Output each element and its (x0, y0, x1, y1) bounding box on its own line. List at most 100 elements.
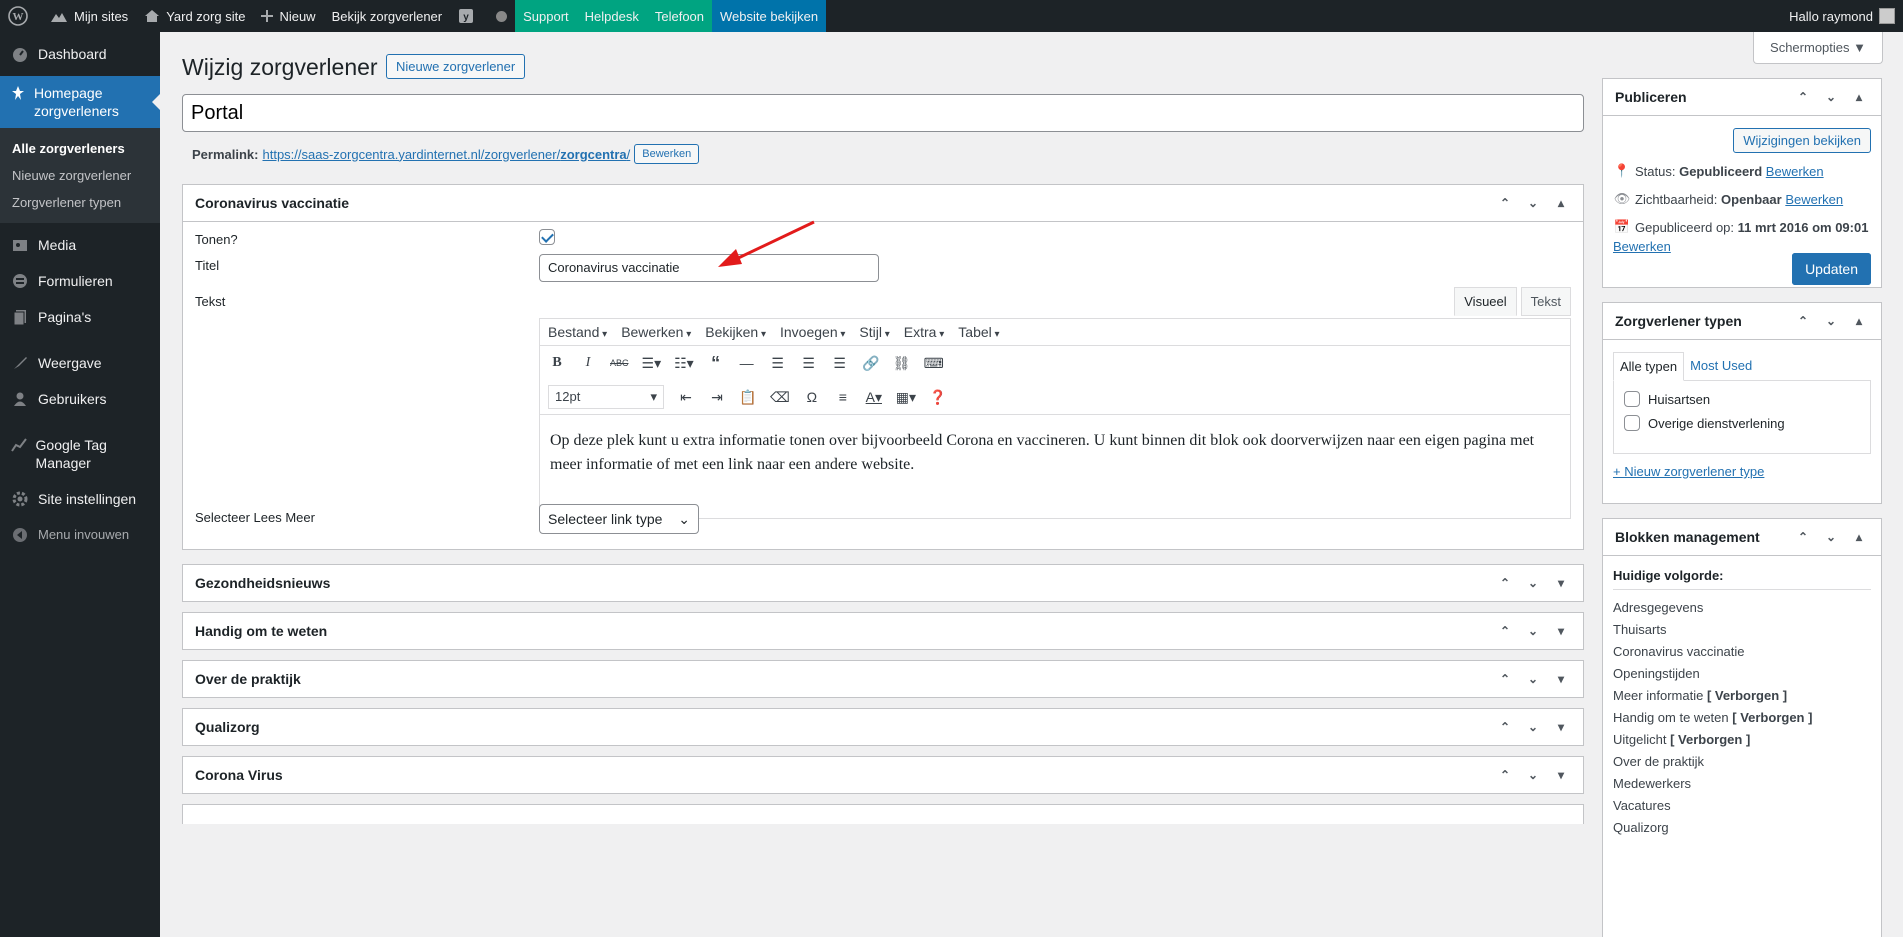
paste-icon[interactable]: 📋 (739, 389, 757, 406)
collapsed-box-practice[interactable]: Over de praktijk ⌃ ⌄ ▾ (182, 660, 1584, 698)
move-down-icon[interactable]: ⌄ (1523, 672, 1543, 686)
move-up-icon[interactable]: ⌃ (1495, 576, 1515, 590)
text-color-icon[interactable]: A▾ (865, 389, 883, 406)
menu-edit[interactable]: Bewerken (621, 324, 691, 340)
bullet-list-icon[interactable]: ☰▾ (642, 355, 662, 372)
list-item[interactable]: Overige dienstverlening (1624, 415, 1860, 431)
move-up-icon[interactable]: ⌃ (1495, 624, 1515, 638)
link-type-select[interactable]: Selecteer link type ⌄ (539, 504, 699, 534)
numbered-list-icon[interactable]: ☷▾ (674, 355, 694, 372)
blockquote-icon[interactable]: “ (707, 353, 725, 374)
move-up-icon[interactable]: ⌃ (1495, 196, 1515, 210)
wordpress-logo-icon[interactable]: W (0, 0, 42, 32)
sidebar-collapse[interactable]: Menu invouwen (0, 517, 160, 553)
move-down-icon[interactable]: ⌄ (1523, 720, 1543, 734)
type-checkbox[interactable] (1624, 415, 1640, 431)
page-break-icon[interactable]: ≡ (834, 389, 852, 405)
collapse-toggle-icon[interactable]: ▴ (1849, 314, 1869, 328)
view-website-link[interactable]: Website bekijken (712, 0, 827, 32)
show-checkbox[interactable] (539, 229, 555, 245)
support-link[interactable]: Support (515, 0, 577, 32)
permalink-link[interactable]: https://saas-zorgcentra.yardinternet.nl/… (262, 147, 630, 162)
account-menu[interactable]: Hallo raymond (1781, 0, 1903, 32)
permalink-edit-button[interactable]: Bewerken (634, 144, 700, 164)
collapse-toggle-icon[interactable]: ▴ (1551, 196, 1571, 210)
collapsed-box-corona-virus[interactable]: Corona Virus ⌃ ⌄ ▾ (182, 756, 1584, 794)
move-down-icon[interactable]: ⌄ (1523, 624, 1543, 638)
new-provider-button[interactable]: Nieuwe zorgverlener (386, 54, 526, 79)
sidebar-item-appearance[interactable]: Weergave (0, 345, 160, 381)
tab-visual[interactable]: Visueel (1454, 287, 1517, 316)
expand-toggle-icon[interactable]: ▾ (1551, 624, 1571, 638)
screen-options-button[interactable]: Schermopties ▼ (1753, 32, 1883, 64)
expand-toggle-icon[interactable]: ▾ (1551, 720, 1571, 734)
menu-extra[interactable]: Extra (904, 324, 945, 340)
new-content-link[interactable]: Nieuw (253, 0, 323, 32)
submenu-new-provider[interactable]: Nieuwe zorgverlener (0, 162, 160, 189)
table-icon[interactable]: ▦▾ (896, 389, 916, 406)
submenu-all-providers[interactable]: Alle zorgverleners (0, 135, 160, 162)
my-sites-link[interactable]: Mijn sites (42, 0, 136, 32)
move-down-icon[interactable]: ⌄ (1523, 196, 1543, 210)
collapsed-box-health-news[interactable]: Gezondheidsnieuws ⌃ ⌄ ▾ (182, 564, 1584, 602)
collapse-toggle-icon[interactable]: ▴ (1849, 90, 1869, 104)
font-size-select[interactable]: 12pt ▾ (548, 385, 664, 409)
sidebar-item-forms[interactable]: Formulieren (0, 263, 160, 299)
post-title-input[interactable] (182, 94, 1584, 132)
outdent-icon[interactable]: ⇤ (677, 389, 695, 406)
eraser-icon[interactable]: ⌫ (770, 389, 790, 406)
italic-icon[interactable]: I (579, 355, 597, 371)
collapse-toggle-icon[interactable]: ▴ (1849, 530, 1869, 544)
view-provider-link[interactable]: Bekijk zorgverlener (324, 0, 451, 32)
omega-icon[interactable]: Ω (803, 389, 821, 405)
sidebar-item-users[interactable]: Gebruikers (0, 381, 160, 417)
expand-toggle-icon[interactable]: ▾ (1551, 672, 1571, 686)
sidebar-item-gtm[interactable]: Google Tag Manager (0, 427, 160, 481)
move-up-icon[interactable]: ⌃ (1495, 672, 1515, 686)
move-down-icon[interactable]: ⌄ (1523, 768, 1543, 782)
horizontal-line-icon[interactable]: — (738, 355, 756, 371)
move-down-icon[interactable]: ⌄ (1523, 576, 1543, 590)
help-icon[interactable]: ❓ (929, 389, 947, 406)
sidebar-item-homepage-providers[interactable]: Homepage zorgverleners (0, 76, 160, 128)
move-down-icon[interactable]: ⌄ (1821, 530, 1841, 544)
preview-changes-button[interactable]: Wijzigingen bekijken (1733, 128, 1871, 153)
site-name-link[interactable]: Yard zorg site (136, 0, 253, 32)
menu-file[interactable]: Bestand (548, 324, 607, 340)
bold-icon[interactable]: B (548, 355, 566, 371)
yoast-icon[interactable]: y (450, 0, 488, 32)
move-down-icon[interactable]: ⌄ (1821, 90, 1841, 104)
indent-icon[interactable]: ⇥ (708, 389, 726, 406)
keyboard-icon[interactable]: ⌨ (924, 355, 944, 372)
update-button[interactable]: Updaten (1792, 253, 1871, 285)
list-item[interactable]: Huisartsen (1624, 391, 1860, 407)
expand-toggle-icon[interactable]: ▾ (1551, 576, 1571, 590)
menu-table[interactable]: Tabel (958, 324, 999, 340)
menu-view[interactable]: Bekijken (705, 324, 766, 340)
status-edit-link[interactable]: Bewerken (1766, 164, 1824, 179)
align-center-icon[interactable]: ☰ (800, 355, 818, 372)
unlink-icon[interactable]: ⛓ (893, 355, 911, 372)
type-checkbox[interactable] (1624, 391, 1640, 407)
sidebar-item-dashboard[interactable]: Dashboard (0, 36, 160, 72)
collapsed-box-qualizorg[interactable]: Qualizorg ⌃ ⌄ ▾ (182, 708, 1584, 746)
sidebar-item-media[interactable]: Media (0, 227, 160, 263)
move-up-icon[interactable]: ⌃ (1793, 314, 1813, 328)
move-up-icon[interactable]: ⌃ (1495, 720, 1515, 734)
title-field-input[interactable]: Coronavirus vaccinatie (539, 254, 879, 282)
move-up-icon[interactable]: ⌃ (1793, 530, 1813, 544)
tab-all-types[interactable]: Alle typen (1613, 352, 1685, 381)
move-up-icon[interactable]: ⌃ (1793, 90, 1813, 104)
expand-toggle-icon[interactable]: ▾ (1551, 768, 1571, 782)
tab-most-used[interactable]: Most Used (1684, 352, 1758, 381)
phone-link[interactable]: Telefoon (646, 0, 713, 32)
move-up-icon[interactable]: ⌃ (1495, 768, 1515, 782)
add-type-link[interactable]: + Nieuw zorgverlener type (1613, 464, 1764, 479)
align-right-icon[interactable]: ☰ (831, 355, 849, 372)
helpdesk-link[interactable]: Helpdesk (576, 0, 647, 32)
strikethrough-icon[interactable]: ABC (610, 358, 629, 368)
link-icon[interactable]: 🔗 (862, 355, 880, 372)
sidebar-item-site-settings[interactable]: Site instellingen (0, 481, 160, 517)
visibility-edit-link[interactable]: Bewerken (1785, 192, 1843, 207)
corona-box-header[interactable]: Coronavirus vaccinatie ⌃ ⌄ ▴ (183, 185, 1583, 221)
